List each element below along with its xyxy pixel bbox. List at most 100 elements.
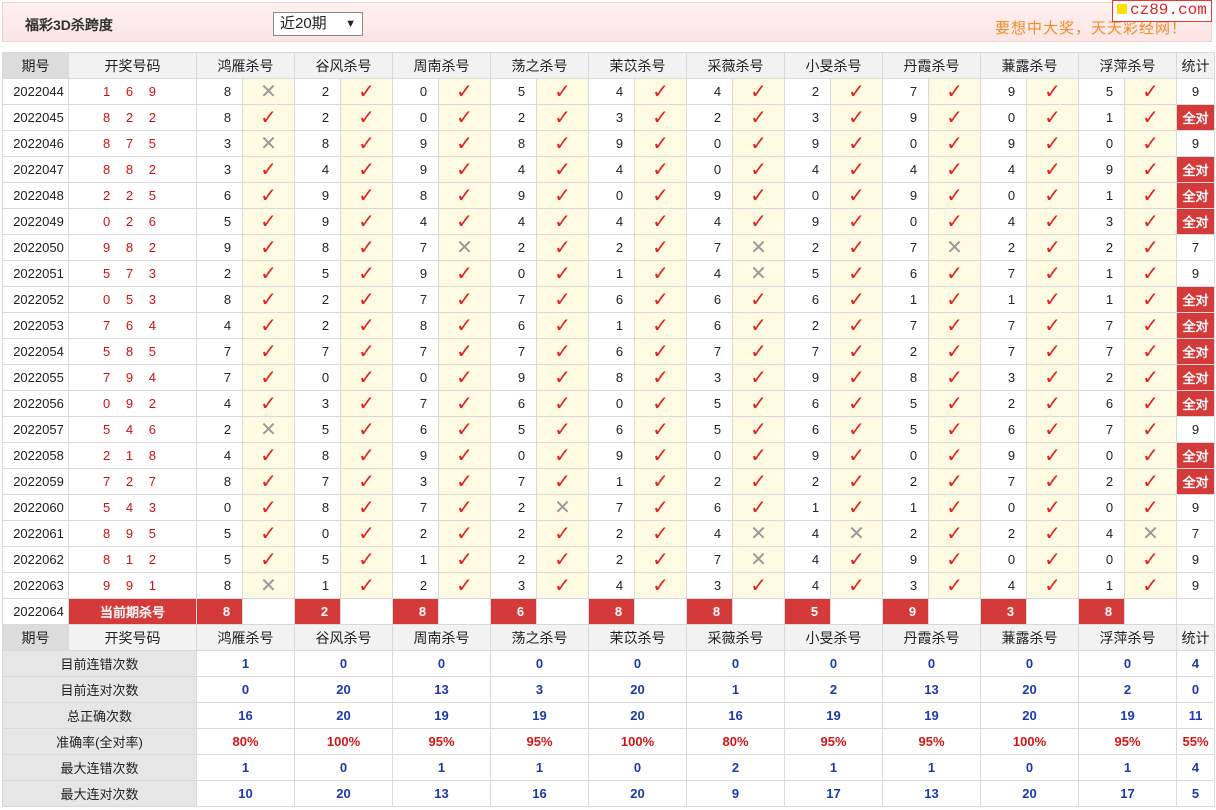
stat-count-cell: 7 (1176, 234, 1215, 261)
kill-number-cell: 3 (686, 364, 733, 391)
result-mark-cell: ✓ (340, 468, 393, 495)
result-mark-cell: ✓ (438, 156, 491, 183)
check-icon: ✓ (848, 288, 865, 311)
summary-value: 0 (490, 650, 589, 677)
result-mark-cell: ✕ (732, 234, 785, 261)
site-logo[interactable]: cz89.com (1112, 0, 1212, 22)
draw-number-cell: 8 1 2 (68, 546, 197, 573)
stat-all-correct-badge: 全对 (1176, 104, 1215, 131)
summary-value: 1 (882, 754, 981, 781)
summary-value: 17 (784, 780, 883, 807)
kill-number-cell: 9 (588, 442, 635, 469)
current-kill-spacer (1124, 598, 1177, 625)
kill-number-cell: 5 (294, 260, 341, 287)
cross-icon: ✕ (848, 522, 865, 545)
result-mark-cell: ✓ (928, 546, 981, 573)
check-icon: ✓ (456, 158, 473, 181)
result-mark-cell: ✓ (242, 156, 295, 183)
check-icon: ✓ (456, 106, 473, 129)
summary-value: 2 (784, 676, 883, 703)
kill-number-cell: 7 (196, 364, 243, 391)
current-kill-spacer (732, 598, 785, 625)
kill-number-cell: 1 (294, 572, 341, 599)
kill-number-cell: 0 (1078, 494, 1125, 521)
draw-number-cell: 5 4 6 (68, 416, 197, 443)
kill-number-cell: 2 (392, 520, 439, 547)
current-kill-number: 8 (196, 598, 243, 625)
summary-value: 0 (588, 754, 687, 781)
kill-number-cell: 0 (1078, 546, 1125, 573)
table-row: 2022056 0 9 2 4 ✓ 3 ✓ 7 ✓ 6 ✓ 0 ✓ 5 ✓ 6 ✓ 5 ✓ 2 ✓ 6 ✓ 全对 (2, 390, 1215, 417)
column-header-draw: 开奖号码 (68, 52, 197, 79)
kill-number-cell: 9 (980, 78, 1027, 105)
summary-value: 0 (294, 754, 393, 781)
kill-number-cell: 1 (588, 312, 635, 339)
result-mark-cell: ✓ (928, 572, 981, 599)
result-mark-cell: ✓ (536, 390, 589, 417)
check-icon: ✓ (1142, 262, 1159, 285)
check-icon: ✓ (750, 158, 767, 181)
summary-value: 1 (784, 754, 883, 781)
table-row: 2022055 7 9 4 7 ✓ 0 ✓ 0 ✓ 9 ✓ 8 ✓ 3 ✓ 9 ✓ 8 ✓ 3 ✓ 2 ✓ 全对 (2, 364, 1215, 391)
check-icon: ✓ (1142, 340, 1159, 363)
check-icon: ✓ (1142, 314, 1159, 337)
result-mark-cell: ✓ (242, 494, 295, 521)
check-icon: ✓ (554, 80, 571, 103)
result-mark-cell: ✓ (1124, 442, 1177, 469)
current-kill-spacer (438, 598, 491, 625)
kill-number-cell: 3 (196, 156, 243, 183)
kill-number-cell: 2 (784, 312, 831, 339)
result-mark-cell: ✓ (242, 390, 295, 417)
check-icon: ✓ (946, 444, 963, 467)
result-mark-cell: ✓ (928, 312, 981, 339)
summary-value: 95% (392, 728, 491, 755)
kill-number-cell: 6 (686, 286, 733, 313)
kill-number-cell: 0 (686, 156, 733, 183)
period-dropdown[interactable]: 近20期 ▼ (273, 12, 363, 36)
kill-number-cell: 7 (686, 234, 733, 261)
result-mark-cell: ✓ (634, 78, 687, 105)
kill-number-cell: 5 (294, 416, 341, 443)
kill-number-cell: 2 (686, 468, 733, 495)
check-icon: ✓ (358, 236, 375, 259)
cross-icon: ✕ (554, 496, 571, 519)
check-icon: ✓ (1044, 470, 1061, 493)
table-row: 2022046 8 7 5 3 ✕ 8 ✓ 9 ✓ 8 ✓ 9 ✓ 0 ✓ 9 ✓ 0 ✓ 9 ✓ 0 ✓ 9 (2, 130, 1215, 157)
column-header-expert: 茉苡杀号 (588, 624, 687, 651)
kill-number-cell: 8 (294, 442, 341, 469)
column-header-stat: 统计 (1176, 52, 1215, 79)
kill-number-cell: 8 (196, 78, 243, 105)
stat-all-correct-badge: 全对 (1176, 312, 1215, 339)
period-cell: 2022055 (2, 364, 69, 391)
current-kill-spacer (634, 598, 687, 625)
kill-number-cell: 2 (294, 78, 341, 105)
summary-value: 20 (294, 702, 393, 729)
check-icon: ✓ (750, 366, 767, 389)
kill-number-cell: 4 (686, 78, 733, 105)
check-icon: ✓ (848, 262, 865, 285)
kill-number-cell: 7 (980, 260, 1027, 287)
check-icon: ✓ (848, 184, 865, 207)
check-icon: ✓ (1044, 548, 1061, 571)
check-icon: ✓ (750, 80, 767, 103)
kill-number-cell: 7 (588, 494, 635, 521)
result-mark-cell: ✓ (732, 468, 785, 495)
table-row: 2022051 5 7 3 2 ✓ 5 ✓ 9 ✓ 0 ✓ 1 ✓ 4 ✕ 5 ✓ 6 ✓ 7 ✓ 1 ✓ 9 (2, 260, 1215, 287)
result-mark-cell: ✓ (830, 104, 883, 131)
check-icon: ✓ (554, 392, 571, 415)
kill-number-cell: 7 (294, 468, 341, 495)
check-icon: ✓ (554, 574, 571, 597)
check-icon: ✓ (848, 340, 865, 363)
summary-value: 0 (392, 650, 491, 677)
kill-number-cell: 5 (784, 260, 831, 287)
result-mark-cell: ✓ (1124, 338, 1177, 365)
summary-value: 95% (882, 728, 981, 755)
check-icon: ✓ (554, 340, 571, 363)
check-icon: ✓ (260, 548, 277, 571)
column-header-expert: 荡之杀号 (490, 624, 589, 651)
kill-number-cell: 7 (980, 468, 1027, 495)
column-header-expert: 茉苡杀号 (588, 52, 687, 79)
table-row: 2022060 5 4 3 0 ✓ 8 ✓ 7 ✓ 2 ✕ 7 ✓ 6 ✓ 1 ✓ 1 ✓ 0 ✓ 0 ✓ 9 (2, 494, 1215, 521)
result-mark-cell: ✓ (340, 442, 393, 469)
period-cell: 2022051 (2, 260, 69, 287)
